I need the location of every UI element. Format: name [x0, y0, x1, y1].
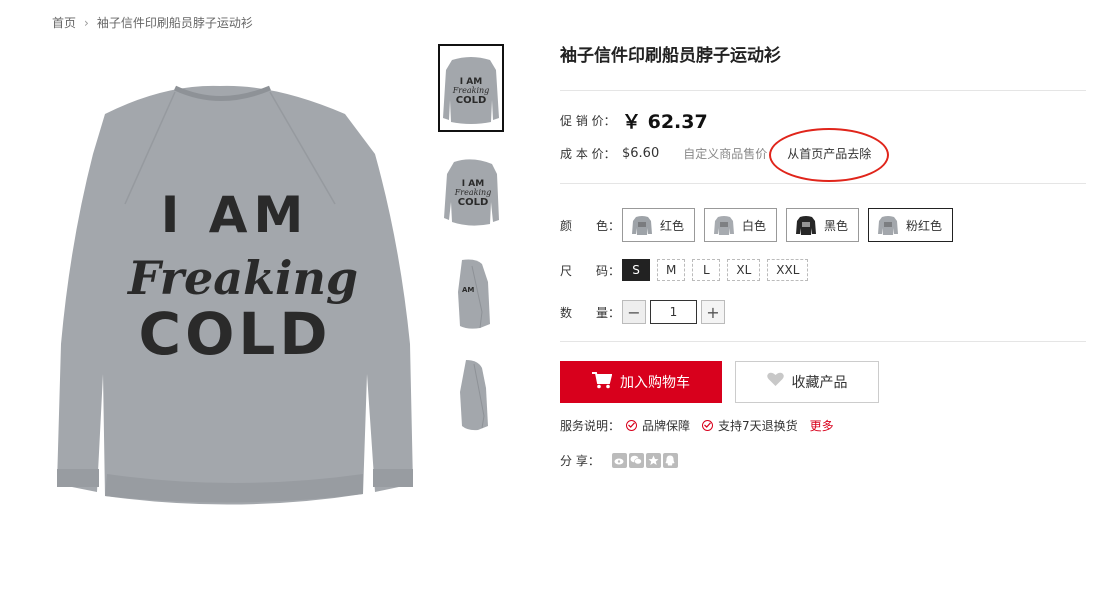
- heart-icon: [766, 372, 784, 391]
- sweatshirt-swatch-icon: [795, 213, 817, 237]
- service-text: 支持7天退换货: [718, 418, 798, 433]
- size-option-s[interactable]: S: [622, 259, 650, 281]
- color-selector: 颜 色： 红色 白色 黑色 粉红色: [560, 208, 1086, 242]
- cost-price-row: 成 本 价： $6.60 自定义商品售价 从首页产品去除: [560, 127, 1086, 182]
- color-option-label: 黑色: [824, 218, 849, 233]
- check-circle-icon: [702, 419, 714, 431]
- qq-icon[interactable]: [662, 452, 678, 468]
- sweatshirt-swatch-icon: [631, 213, 653, 237]
- svg-text:Freaking: Freaking: [454, 188, 492, 197]
- product-info: 袖子信件印刷船员脖子运动衫 促 销 价： ￥ 62.37 成 本 价： $6.6…: [560, 44, 1086, 469]
- star-icon[interactable]: [645, 452, 661, 468]
- service-label: 服务说明：: [560, 418, 621, 433]
- divider: [560, 90, 1086, 91]
- color-option-white[interactable]: 白色: [704, 208, 778, 242]
- color-option-label: 白色: [742, 218, 767, 233]
- quantity-decrease-button[interactable]: −: [622, 300, 646, 324]
- thumbnail-side[interactable]: AM: [438, 248, 504, 336]
- service-more-link[interactable]: 更多: [810, 417, 834, 434]
- size-label: 尺 码：: [560, 263, 621, 278]
- service-item: 支持7天退换货: [702, 417, 798, 434]
- shirt-print-line2: Freaking: [126, 251, 358, 305]
- size-option-xxl[interactable]: XXL: [767, 259, 809, 281]
- cost-price-label: 成 本 价：: [560, 146, 616, 161]
- custom-price-link[interactable]: 自定义商品售价: [683, 145, 767, 162]
- svg-text:AM: AM: [462, 286, 474, 294]
- promo-price-label: 促 销 价：: [560, 113, 616, 128]
- favorite-button[interactable]: 收藏产品: [735, 360, 879, 403]
- color-option-red[interactable]: 红色: [622, 208, 696, 242]
- product-title: 袖子信件印刷船员脖子运动衫: [560, 46, 781, 66]
- size-selector: 尺 码： S M L XL XXL: [560, 258, 1086, 282]
- quantity-label: 数 量：: [560, 305, 621, 320]
- breadcrumb-home[interactable]: 首页: [52, 14, 76, 31]
- remove-from-homepage-link[interactable]: 从首页产品去除: [769, 127, 890, 182]
- color-option-black[interactable]: 黑色: [786, 208, 860, 242]
- service-item: 品牌保障: [626, 417, 690, 434]
- size-option-m[interactable]: M: [657, 259, 686, 281]
- quantity-input[interactable]: [650, 300, 697, 324]
- cost-price: $6.60: [622, 145, 660, 161]
- share-label: 分 享：: [560, 453, 600, 468]
- divider: [560, 341, 1086, 342]
- quantity-increase-button[interactable]: +: [701, 300, 725, 324]
- quantity-stepper: 数 量： − +: [560, 300, 1086, 324]
- promo-price-row: 促 销 价： ￥ 62.37: [560, 107, 1086, 133]
- thumbnail-back-side[interactable]: [438, 350, 504, 438]
- breadcrumb-current: 袖子信件印刷船员脖子运动衫: [96, 16, 253, 30]
- svg-text:COLD: COLD: [458, 197, 489, 208]
- favorite-label: 收藏产品: [791, 374, 848, 391]
- sweatshirt-swatch-icon: [877, 213, 899, 237]
- color-option-pink[interactable]: 粉红色: [868, 208, 954, 242]
- thumbnail-angle[interactable]: I AM Freaking COLD: [438, 146, 504, 234]
- color-option-label: 粉红色: [906, 218, 943, 233]
- sweatshirt-swatch-icon: [713, 213, 735, 237]
- wechat-icon[interactable]: [628, 452, 644, 468]
- thumbnail-list: I AM Freaking COLD I AM Freaking COLD AM: [438, 44, 506, 452]
- main-product-image: I AM Freaking COLD: [45, 44, 430, 514]
- service-text: 品牌保障: [642, 418, 691, 433]
- action-buttons: 加入购物车 收藏产品: [560, 360, 1086, 403]
- thumbnail-front[interactable]: I AM Freaking COLD: [438, 44, 504, 132]
- add-to-cart-label: 加入购物车: [620, 374, 690, 391]
- color-option-label: 红色: [660, 218, 685, 233]
- service-info: 服务说明： 品牌保障 支持7天退换货 更多: [560, 416, 1086, 434]
- breadcrumb: 首页 › 袖子信件印刷船员脖子运动衫: [52, 14, 253, 31]
- shirt-print-line3: COLD: [139, 300, 332, 368]
- weibo-icon[interactable]: [611, 452, 627, 468]
- divider: [560, 183, 1086, 184]
- cart-icon: [592, 371, 613, 393]
- svg-text:COLD: COLD: [456, 95, 487, 106]
- add-to-cart-button[interactable]: 加入购物车: [560, 360, 722, 403]
- color-label: 颜 色：: [560, 218, 621, 233]
- size-option-xl[interactable]: XL: [727, 259, 761, 281]
- promo-price: ￥ 62.37: [622, 110, 708, 133]
- check-circle-icon: [626, 419, 638, 431]
- svg-text:Freaking: Freaking: [452, 86, 490, 95]
- breadcrumb-separator: ›: [84, 15, 89, 30]
- shirt-print-line1: I AM: [161, 186, 309, 244]
- share-row: 分 享：: [560, 451, 1086, 469]
- size-option-l[interactable]: L: [692, 259, 721, 281]
